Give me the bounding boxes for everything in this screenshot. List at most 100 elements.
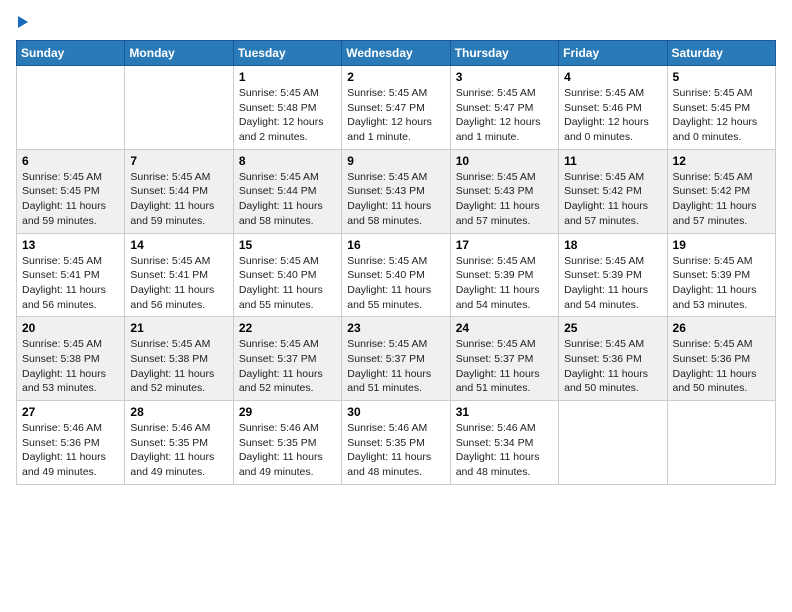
day-number: 29 [239, 405, 336, 419]
day-number: 4 [564, 70, 661, 84]
day-info: Sunrise: 5:45 AMSunset: 5:36 PMDaylight:… [673, 337, 770, 396]
day-number: 21 [130, 321, 227, 335]
calendar-cell: 20 Sunrise: 5:45 AMSunset: 5:38 PMDayligh… [17, 317, 125, 401]
calendar-cell [559, 401, 667, 485]
calendar-cell: 3 Sunrise: 5:45 AMSunset: 5:47 PMDaylight… [450, 66, 558, 150]
calendar-cell: 4Sunrise: 5:45 AMSunset: 5:46 PMDaylight… [559, 66, 667, 150]
day-number: 13 [22, 238, 119, 252]
calendar-cell: 16Sunrise: 5:45 AMSunset: 5:40 PMDayligh… [342, 233, 450, 317]
logo [16, 16, 28, 28]
day-number: 16 [347, 238, 444, 252]
day-info: Sunrise: 5:46 AMSunset: 5:35 PMDaylight:… [130, 421, 227, 480]
day-info: Sunrise: 5:45 AMSunset: 5:43 PMDaylight:… [456, 170, 553, 229]
day-number: 8 [239, 154, 336, 168]
day-number: 10 [456, 154, 553, 168]
calendar-week-1: 1Sunrise: 5:45 AMSunset: 5:48 PMDaylight… [17, 66, 776, 150]
day-info: Sunrise: 5:45 AMSunset: 5:37 PMDaylight:… [347, 337, 444, 396]
day-number: 25 [564, 321, 661, 335]
day-info: Sunrise: 5:45 AMSunset: 5:38 PMDaylight:… [22, 337, 119, 396]
day-info: Sunrise: 5:45 AMSunset: 5:48 PMDaylight:… [239, 86, 336, 145]
calendar-cell: 25 Sunrise: 5:45 AMSunset: 5:36 PMDayligh… [559, 317, 667, 401]
day-number: 12 [673, 154, 770, 168]
day-number: 2 [347, 70, 444, 84]
day-info: Sunrise: 5:46 AMSunset: 5:36 PMDaylight:… [22, 421, 119, 480]
calendar-cell: 28 Sunrise: 5:46 AMSunset: 5:35 PMDayligh… [125, 401, 233, 485]
day-info: Sunrise: 5:45 AMSunset: 5:42 PMDaylight:… [673, 170, 770, 229]
day-info: Sunrise: 5:45 AMSunset: 5:40 PMDaylight:… [239, 254, 336, 313]
day-number: 14 [130, 238, 227, 252]
day-info: Sunrise: 5:45 AMSunset: 5:36 PMDaylight:… [564, 337, 661, 396]
calendar-table: SundayMondayTuesdayWednesdayThursdayFrid… [16, 40, 776, 485]
day-number: 23 [347, 321, 444, 335]
day-number: 27 [22, 405, 119, 419]
day-number: 6 [22, 154, 119, 168]
calendar-cell: 31Sunrise: 5:46 AMSunset: 5:34 PMDayligh… [450, 401, 558, 485]
day-info: Sunrise: 5:45 AMSunset: 5:39 PMDaylight:… [673, 254, 770, 313]
calendar-cell: 21 Sunrise: 5:45 AMSunset: 5:38 PMDayligh… [125, 317, 233, 401]
day-number: 5 [673, 70, 770, 84]
day-info: Sunrise: 5:45 AMSunset: 5:41 PMDaylight:… [130, 254, 227, 313]
day-number: 20 [22, 321, 119, 335]
day-info: Sunrise: 5:45 AMSunset: 5:39 PMDaylight:… [564, 254, 661, 313]
day-info: Sunrise: 5:45 AMSunset: 5:47 PMDaylight:… [456, 86, 553, 145]
weekday-header-friday: Friday [559, 41, 667, 66]
calendar-cell [17, 66, 125, 150]
calendar-cell: 26 Sunrise: 5:45 AMSunset: 5:36 PMDayligh… [667, 317, 775, 401]
day-info: Sunrise: 5:45 AMSunset: 5:42 PMDaylight:… [564, 170, 661, 229]
calendar-cell: 30 Sunrise: 5:46 AMSunset: 5:35 PMDayligh… [342, 401, 450, 485]
calendar-week-4: 20 Sunrise: 5:45 AMSunset: 5:38 PMDayligh… [17, 317, 776, 401]
calendar-cell: 24Sunrise: 5:45 AMSunset: 5:37 PMDayligh… [450, 317, 558, 401]
day-info: Sunrise: 5:45 AMSunset: 5:39 PMDaylight:… [456, 254, 553, 313]
calendar-cell: 12 Sunrise: 5:45 AMSunset: 5:42 PMDayligh… [667, 149, 775, 233]
day-info: Sunrise: 5:45 AMSunset: 5:47 PMDaylight:… [347, 86, 444, 145]
day-number: 28 [130, 405, 227, 419]
calendar-week-2: 6 Sunrise: 5:45 AMSunset: 5:45 PMDaylight… [17, 149, 776, 233]
calendar-cell: 6 Sunrise: 5:45 AMSunset: 5:45 PMDaylight… [17, 149, 125, 233]
day-number: 30 [347, 405, 444, 419]
day-info: Sunrise: 5:45 AMSunset: 5:45 PMDaylight:… [22, 170, 119, 229]
calendar-week-5: 27 Sunrise: 5:46 AMSunset: 5:36 PMDayligh… [17, 401, 776, 485]
weekday-header-thursday: Thursday [450, 41, 558, 66]
day-number: 22 [239, 321, 336, 335]
calendar-header-row: SundayMondayTuesdayWednesdayThursdayFrid… [17, 41, 776, 66]
day-info: Sunrise: 5:45 AMSunset: 5:45 PMDaylight:… [673, 86, 770, 145]
calendar-cell [667, 401, 775, 485]
day-number: 15 [239, 238, 336, 252]
day-info: Sunrise: 5:45 AMSunset: 5:37 PMDaylight:… [456, 337, 553, 396]
day-info: Sunrise: 5:45 AMSunset: 5:38 PMDaylight:… [130, 337, 227, 396]
calendar-cell: 17 Sunrise: 5:45 AMSunset: 5:39 PMDayligh… [450, 233, 558, 317]
calendar-cell: 2 Sunrise: 5:45 AMSunset: 5:47 PMDaylight… [342, 66, 450, 150]
day-info: Sunrise: 5:45 AMSunset: 5:37 PMDaylight:… [239, 337, 336, 396]
calendar-cell: 14 Sunrise: 5:45 AMSunset: 5:41 PMDayligh… [125, 233, 233, 317]
day-number: 18 [564, 238, 661, 252]
calendar-cell: 5 Sunrise: 5:45 AMSunset: 5:45 PMDaylight… [667, 66, 775, 150]
day-info: Sunrise: 5:46 AMSunset: 5:35 PMDaylight:… [347, 421, 444, 480]
day-info: Sunrise: 5:46 AMSunset: 5:34 PMDaylight:… [456, 421, 553, 480]
calendar-cell: 9 Sunrise: 5:45 AMSunset: 5:43 PMDaylight… [342, 149, 450, 233]
calendar-cell: 18 Sunrise: 5:45 AMSunset: 5:39 PMDayligh… [559, 233, 667, 317]
logo-arrow-icon [18, 16, 28, 28]
day-info: Sunrise: 5:46 AMSunset: 5:35 PMDaylight:… [239, 421, 336, 480]
calendar-cell: 29 Sunrise: 5:46 AMSunset: 5:35 PMDayligh… [233, 401, 341, 485]
day-number: 19 [673, 238, 770, 252]
calendar-cell [125, 66, 233, 150]
calendar-cell: 19 Sunrise: 5:45 AMSunset: 5:39 PMDayligh… [667, 233, 775, 317]
calendar-cell: 11 Sunrise: 5:45 AMSunset: 5:42 PMDayligh… [559, 149, 667, 233]
day-number: 3 [456, 70, 553, 84]
calendar-cell: 13Sunrise: 5:45 AMSunset: 5:41 PMDayligh… [17, 233, 125, 317]
calendar-cell: 8Sunrise: 5:45 AMSunset: 5:44 PMDaylight… [233, 149, 341, 233]
page-header [16, 16, 776, 28]
weekday-header-saturday: Saturday [667, 41, 775, 66]
day-number: 7 [130, 154, 227, 168]
calendar-cell: 1Sunrise: 5:45 AMSunset: 5:48 PMDaylight… [233, 66, 341, 150]
weekday-header-sunday: Sunday [17, 41, 125, 66]
day-number: 26 [673, 321, 770, 335]
day-number: 9 [347, 154, 444, 168]
weekday-header-tuesday: Tuesday [233, 41, 341, 66]
calendar-week-3: 13 Sunrise: 5:45 AMSunset: 5:41 PMDayligh… [17, 233, 776, 317]
day-info: Sunrise: 5:45 AMSunset: 5:43 PMDaylight:… [347, 170, 444, 229]
calendar-cell: 10 Sunrise: 5:45 AMSunset: 5:43 PMDayligh… [450, 149, 558, 233]
day-number: 11 [564, 154, 661, 168]
calendar-cell: 23 Sunrise: 5:45 AMSunset: 5:37 PMDayligh… [342, 317, 450, 401]
day-number: 17 [456, 238, 553, 252]
